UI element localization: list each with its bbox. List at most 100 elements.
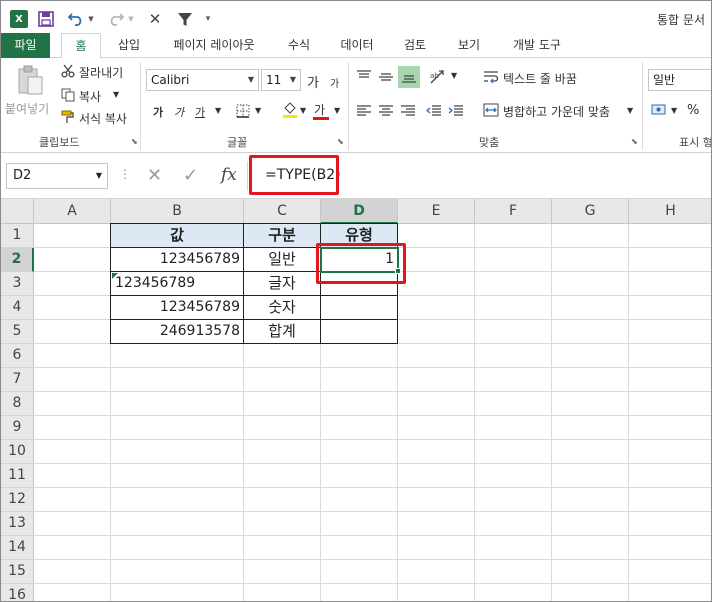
redo-icon[interactable] [107, 10, 125, 28]
fill-color-dropdown-icon[interactable]: ▼ [300, 106, 306, 115]
row-header-2[interactable]: 2 [1, 248, 34, 272]
row-header-10[interactable]: 10 [1, 440, 34, 464]
underline-button[interactable]: 가 [195, 104, 205, 120]
align-top-icon[interactable] [355, 68, 373, 86]
align-center-icon[interactable] [377, 102, 395, 120]
tab-home[interactable]: 홈 [61, 33, 101, 59]
align-right-icon[interactable] [399, 102, 417, 120]
font-color-dropdown-icon[interactable]: ▼ [334, 106, 340, 115]
tab-file[interactable]: 파일 [1, 33, 50, 58]
row-header-12[interactable]: 12 [1, 488, 34, 512]
row-header-7[interactable]: 7 [1, 368, 34, 392]
alignment-launcher-icon[interactable]: ⬊ [631, 137, 638, 146]
orientation-icon[interactable]: ab [429, 68, 447, 86]
excel-logo-icon: X [10, 10, 28, 28]
column-header-h[interactable]: H [629, 199, 711, 224]
tab-insert[interactable]: 삽입 [109, 33, 149, 58]
column-header-d[interactable]: D [321, 199, 398, 224]
redo-dropdown-icon[interactable]: ▼ [127, 10, 135, 28]
row-header-1[interactable]: 1 [1, 224, 34, 248]
tab-review[interactable]: 검토 [393, 33, 437, 58]
filter-icon[interactable] [176, 10, 194, 28]
row-header-5[interactable]: 5 [1, 320, 34, 344]
percent-style-button[interactable]: % [687, 103, 699, 118]
column-header-b[interactable]: B [111, 199, 244, 224]
paste-icon[interactable] [15, 64, 45, 96]
customize-toolbar-icon[interactable]: ▾ [202, 10, 214, 28]
align-bottom-icon[interactable] [398, 66, 420, 88]
copy-icon[interactable] [61, 88, 75, 102]
row-header-8[interactable]: 8 [1, 392, 34, 416]
italic-button[interactable]: 가 [174, 104, 184, 120]
paste-button-label[interactable]: 붙여넣기 [5, 100, 49, 117]
tab-page-layout[interactable]: 페이지 레이아웃 [161, 33, 267, 58]
row-header-15[interactable]: 15 [1, 560, 34, 584]
borders-icon[interactable] [235, 103, 251, 119]
tab-formulas[interactable]: 수식 [277, 33, 321, 58]
format-painter-icon[interactable] [61, 110, 75, 124]
decrease-font-size-button[interactable]: 가 [330, 75, 339, 90]
row-header-11[interactable]: 11 [1, 464, 34, 488]
decrease-indent-icon[interactable] [425, 102, 443, 120]
format-painter-button[interactable]: 서식 복사 [79, 110, 127, 127]
svg-text:ab: ab [430, 72, 439, 80]
font-name-select[interactable]: Calibri ▼ [146, 69, 259, 91]
row-header-16[interactable]: 16 [1, 584, 34, 601]
undo-icon[interactable] [67, 10, 85, 28]
column-header-c[interactable]: C [244, 199, 321, 224]
name-box[interactable]: D2 ▼ [6, 163, 108, 189]
row-header-13[interactable]: 13 [1, 512, 34, 536]
wrap-text-button[interactable]: 텍스트 줄 바꿈 [503, 70, 577, 87]
select-all-corner[interactable] [1, 199, 34, 224]
table-border [110, 295, 398, 296]
gridline [34, 415, 711, 416]
column-header-f[interactable]: F [475, 199, 552, 224]
orientation-dropdown-icon[interactable]: ▼ [451, 71, 457, 80]
row-header-4[interactable]: 4 [1, 296, 34, 320]
copy-dropdown-icon[interactable]: ▼ [113, 90, 119, 99]
accounting-dropdown-icon[interactable]: ▼ [671, 106, 677, 115]
copy-button[interactable]: 복사 [79, 88, 101, 105]
column-header-g[interactable]: G [552, 199, 629, 224]
undo-dropdown-icon[interactable]: ▼ [87, 10, 95, 28]
enter-icon[interactable]: ✓ [183, 165, 198, 186]
align-left-icon[interactable] [355, 102, 373, 120]
accounting-format-icon[interactable] [650, 102, 668, 118]
formula-bar-grip-icon[interactable]: ⋮ [119, 167, 131, 181]
font-color-button[interactable]: 가 [314, 101, 325, 118]
underline-dropdown-icon[interactable]: ▼ [215, 106, 221, 115]
fill-color-icon[interactable] [281, 101, 299, 119]
font-launcher-icon[interactable]: ⬊ [337, 137, 344, 146]
gridline [34, 511, 711, 512]
merge-dropdown-icon[interactable]: ▼ [627, 106, 633, 115]
column-header-a[interactable]: A [34, 199, 111, 224]
insert-function-button[interactable]: fx [221, 165, 237, 185]
formula-bar: D2 ▼ ⋮ ✕ ✓ fx =TYPE(B2) [1, 153, 711, 199]
clipboard-launcher-icon[interactable]: ⬊ [131, 137, 138, 146]
merge-center-icon[interactable] [482, 102, 500, 118]
align-middle-icon[interactable] [377, 68, 395, 86]
number-group-label: 표시 형 [679, 136, 712, 149]
save-icon[interactable] [37, 10, 55, 28]
row-header-9[interactable]: 9 [1, 416, 34, 440]
row-header-6[interactable]: 6 [1, 344, 34, 368]
row-header-3[interactable]: 3 [1, 272, 34, 296]
font-size-select[interactable]: 11 ▼ [261, 69, 301, 91]
number-format-select[interactable]: 일반 [648, 69, 711, 91]
tab-developer[interactable]: 개발 도구 [501, 33, 573, 58]
borders-dropdown-icon[interactable]: ▼ [255, 106, 261, 115]
tab-view[interactable]: 보기 [447, 33, 491, 58]
row-header-14[interactable]: 14 [1, 536, 34, 560]
increase-indent-icon[interactable] [447, 102, 465, 120]
gridline [34, 367, 711, 368]
close-icon[interactable]: ✕ [147, 10, 163, 28]
merge-center-button[interactable]: 병합하고 가운데 맞춤 [503, 103, 610, 120]
cut-button[interactable]: 잘라내기 [79, 64, 123, 81]
cancel-icon[interactable]: ✕ [147, 165, 162, 186]
tab-data[interactable]: 데이터 [331, 33, 383, 58]
wrap-text-icon[interactable] [482, 69, 500, 85]
cut-icon[interactable] [61, 64, 75, 78]
increase-font-size-button[interactable]: 가 [307, 72, 319, 91]
column-header-e[interactable]: E [398, 199, 475, 224]
bold-button[interactable]: 가 [153, 104, 163, 120]
